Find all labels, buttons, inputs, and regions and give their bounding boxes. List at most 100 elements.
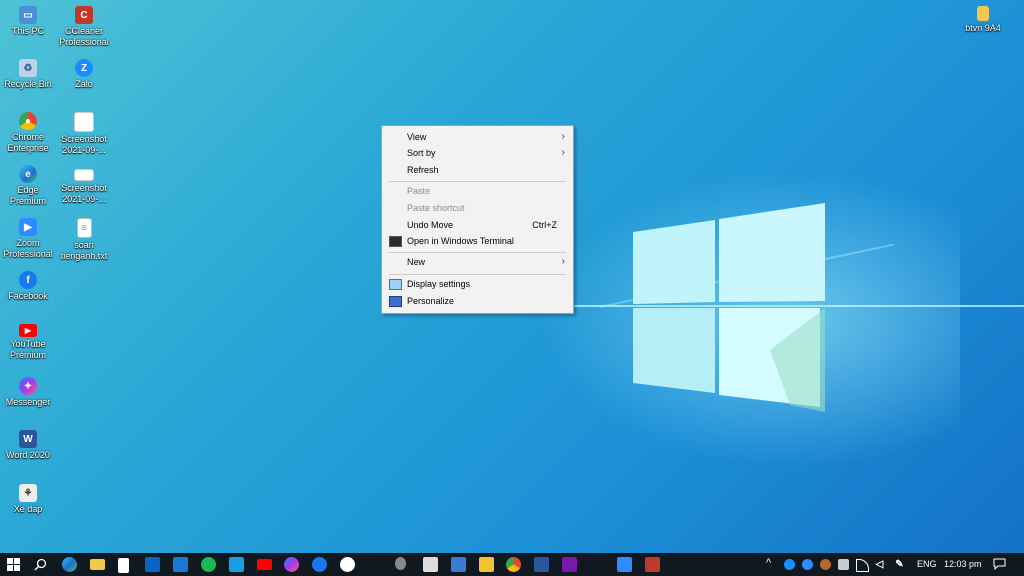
desktop-icon-label: CCleaner Professional (59, 26, 109, 47)
computer-icon: ▭ (19, 6, 37, 24)
messenger-taskbar-icon[interactable] (284, 557, 299, 572)
image-app-icon[interactable] (423, 557, 438, 572)
menu-item-open-terminal[interactable]: Open in Windows Terminal (382, 233, 573, 249)
terminal-icon (389, 236, 402, 247)
menu-item-view[interactable]: View › (382, 129, 573, 145)
windows-start-icon[interactable] (7, 558, 20, 571)
word-taskbar-icon[interactable] (534, 557, 549, 572)
menu-item-sort-by[interactable]: Sort by › (382, 145, 573, 161)
menu-item-label: New (407, 257, 426, 267)
desktop-icon-xe-dap[interactable]: ⚘ Xe dap (0, 480, 56, 515)
desktop-icon-chrome[interactable]: ● Chrome Enterprise (0, 108, 56, 154)
menu-item-label: Sort by (407, 148, 436, 158)
ccleaner-icon: C (75, 6, 93, 24)
menu-item-new[interactable]: New › (382, 254, 573, 270)
desktop-icon-ccleaner[interactable]: C CCleaner Professional (56, 2, 112, 48)
notification-icon[interactable] (993, 558, 1006, 570)
menu-separator (389, 252, 566, 253)
desktop-icon-edge[interactable]: e Edge Premium (0, 161, 56, 207)
mail-app-icon[interactable] (173, 557, 188, 572)
taskbar: ^ ◁ ✎ ENG 12:03 pm (0, 553, 1024, 576)
image-file-icon (74, 112, 94, 132)
store-icon[interactable] (118, 558, 129, 573)
google-icon[interactable] (340, 557, 355, 572)
chevron-right-icon: › (561, 256, 565, 267)
pen-icon[interactable]: ✎ (894, 559, 905, 570)
desktop-icon-label: Zoom Professional (3, 238, 53, 259)
chevron-right-icon: › (561, 131, 565, 142)
app-icon[interactable] (229, 557, 244, 572)
edge-icon: e (19, 165, 37, 183)
facebook-taskbar-icon[interactable] (312, 557, 327, 572)
desktop-icon-label: Facebook (8, 291, 48, 301)
facebook-icon: f (19, 271, 37, 289)
desktop-icon-word[interactable]: W Word 2020 (0, 426, 56, 461)
image-file-icon (74, 169, 94, 181)
clock[interactable]: 12:03 pm (944, 559, 982, 569)
menu-item-label: Open in Windows Terminal (407, 236, 514, 246)
desktop-icon-zalo[interactable]: Z Zalo (56, 55, 112, 90)
chevron-right-icon: › (561, 147, 565, 158)
desktop-icon-zoom[interactable]: ▶ Zoom Professional (0, 214, 56, 260)
zalo-tray-icon[interactable] (784, 559, 795, 570)
search-icon[interactable] (34, 558, 47, 571)
h-app-icon[interactable] (479, 557, 494, 572)
desktop-icon-screenshot-1[interactable]: Screenshot 2021-09-... (56, 108, 112, 156)
messenger-icon: ✦ (19, 377, 37, 395)
network-icon[interactable] (856, 559, 869, 572)
youtube-icon: ▶ (19, 324, 37, 337)
desktop-icon-text-file[interactable]: ≡ soan tienganh.txt (56, 214, 112, 262)
desktop-icon-youtube[interactable]: ▶ YouTube Premium (0, 320, 56, 361)
desktop-icon-messenger[interactable]: ✦ Messenger (0, 373, 56, 408)
zoom-icon: ▶ (19, 218, 37, 236)
menu-item-label: Paste (407, 186, 431, 196)
desktop-icon-label: Screenshot 2021-09-... (61, 183, 107, 204)
desktop-icon-this-pc[interactable]: ▭ This PC (0, 2, 56, 37)
zoom-tray-icon[interactable] (802, 559, 813, 570)
chrome-taskbar-icon[interactable] (506, 557, 521, 572)
spotify-icon[interactable] (201, 557, 216, 572)
desktop-icon-label: Edge Premium (9, 185, 46, 206)
menu-separator (389, 181, 566, 182)
file-explorer-icon[interactable] (90, 559, 105, 570)
todo-icon[interactable] (590, 557, 605, 572)
menu-item-refresh[interactable]: Refresh (382, 162, 573, 178)
desktop-icon-label: YouTube Premium (9, 339, 46, 360)
recycle-bin-icon: ♻ (19, 59, 37, 77)
j-app-icon[interactable] (367, 557, 382, 572)
app-tray-icon[interactable] (820, 559, 831, 570)
volume-icon[interactable]: ◁ (874, 559, 885, 570)
desktop-icon-label: Zalo (75, 79, 93, 89)
chevron-up-icon[interactable]: ^ (766, 557, 771, 569)
desktop-icon-btvn-folder[interactable]: btvn 9A4 (955, 2, 1011, 34)
text-file-icon: ≡ (76, 218, 92, 238)
menu-item-display-settings[interactable]: Display settings (382, 276, 573, 292)
desktop-icon-recycle-bin[interactable]: ♻ Recycle Bin (0, 55, 56, 90)
zoom-taskbar-icon[interactable] (617, 557, 632, 572)
desktop-icon-screenshot-2[interactable]: Screenshot 2021-09-... (56, 161, 112, 205)
desktop-icon-label: Xe dap (13, 504, 43, 514)
desktop-icon-label: soan tienganh.txt (60, 240, 108, 261)
menu-item-label: View (407, 132, 427, 142)
desktop-icon-label: This PC (11, 26, 44, 36)
phone-link-icon[interactable] (451, 557, 466, 572)
menu-item-label: Undo Move (407, 220, 454, 230)
youtube-taskbar-icon[interactable] (257, 559, 272, 570)
menu-item-undo-move[interactable]: Undo Move Ctrl+Z (382, 217, 573, 233)
language-indicator[interactable]: ENG (917, 559, 937, 569)
menu-item-personalize[interactable]: Personalize (382, 293, 573, 309)
menu-item-label: Display settings (407, 279, 471, 289)
desktop-icon-label: Recycle Bin (4, 79, 52, 89)
desktop-icon-label: Messenger (5, 397, 51, 407)
menu-item-paste-shortcut[interactable]: Paste shortcut (382, 200, 573, 216)
app-icon-red[interactable] (645, 557, 660, 572)
edge-taskbar-icon[interactable] (62, 557, 77, 572)
apple-icon[interactable] (395, 557, 406, 570)
app-tray-icon-2[interactable] (838, 559, 849, 570)
desktop-icon-facebook[interactable]: f Facebook (0, 267, 56, 302)
bicycle-image-icon: ⚘ (19, 484, 37, 502)
menu-item-paste[interactable]: Paste (382, 183, 573, 199)
mail-icon[interactable] (145, 557, 160, 572)
onenote-icon[interactable] (562, 557, 577, 572)
desktop-icon-label: btvn 9A4 (965, 23, 1001, 33)
